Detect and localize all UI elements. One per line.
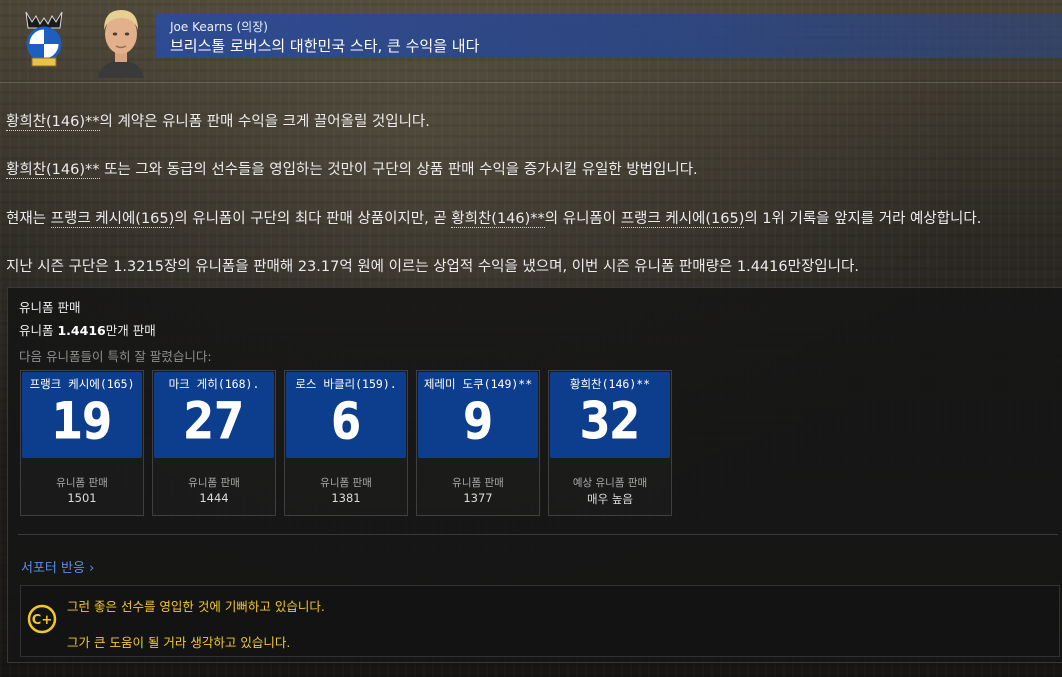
paragraph-text: 현재는 [6, 211, 51, 227]
paragraph-text: 또는 그와 동급의 선수들을 영입하는 것만이 구단의 상품 판매 수익을 증가… [99, 162, 698, 178]
shirt-card[interactable]: 로스 바클리(159). 6 유니폼 판매 1381 [284, 370, 408, 516]
shirt-number: 9 [462, 392, 494, 451]
card-label: 유니폼 판매 [452, 477, 504, 489]
supporter-reaction-box: C+ 그런 좋은 선수를 영입한 것에 기뻐하고 있습니다. 그가 큰 도움이 … [20, 585, 1060, 657]
headline-bar: Joe Kearns (의장) 브리스톨 로버스의 대한민국 스타, 큰 수익을… [156, 14, 1062, 58]
card-value: 1377 [463, 491, 493, 505]
sales-prefix: 유니폼 [19, 323, 58, 338]
article-paragraph-2: 황희찬(146)** 또는 그와 동급의 선수들을 영입하는 것만이 구단의 상… [6, 158, 698, 179]
card-label: 유니폼 판매 [56, 477, 108, 489]
player-link-hwang[interactable]: 황희찬(146)** [451, 211, 545, 228]
card-value: 1381 [331, 491, 361, 505]
shirt-card[interactable]: 마크 게히(168). 27 유니폼 판매 1444 [152, 370, 276, 516]
news-header: Joe Kearns (의장) 브리스톨 로버스의 대한민국 스타, 큰 수익을… [0, 0, 1062, 83]
shirt-card[interactable]: 제레미 도쿠(149)** 9 유니폼 판매 1377 [416, 370, 540, 516]
reaction-line: 그가 큰 도움이 될 거라 생각하고 있습니다. [67, 635, 291, 650]
player-link-hwang[interactable]: 황희찬(146)** [6, 162, 100, 179]
shirt-player-name: 황희찬(146)** [569, 377, 651, 391]
paragraph-text: 의 유니폼이 [544, 211, 621, 227]
article-paragraph-4: 지난 시즌 구단은 1.3215장의 유니폼을 판매해 23.17억 원에 이르… [6, 259, 859, 275]
shirt-player-name: 제레미 도쿠(149)** [423, 377, 533, 391]
shirt-player-name: 마크 게히(168). [168, 377, 260, 391]
shirt-card[interactable]: 프랭크 케시에(165) 19 유니폼 판매 1501 [20, 370, 144, 516]
shirt-card[interactable]: 황희찬(146)** 32 예상 유니폼 판매 매우 높음 [548, 370, 672, 516]
card-label: 예상 유니폼 판매 [572, 477, 648, 489]
bristol-rovers-crest-icon[interactable] [20, 8, 68, 70]
c-plus-rating-icon: C+ [27, 604, 57, 634]
shirt-number: 19 [51, 392, 113, 451]
shirt-number: 27 [183, 392, 245, 451]
shirt-icon: 황희찬(146)** 32 [550, 372, 670, 458]
paragraph-text: 의 계약은 유니폼 판매 수익을 크게 끌어올릴 것입니다. [99, 114, 430, 130]
card-value: 1501 [67, 491, 97, 505]
player-link-kessie[interactable]: 프랭크 케시에(165) [620, 211, 745, 228]
card-label: 유니폼 판매 [320, 477, 372, 489]
article-paragraph-1: 황희찬(146)**의 계약은 유니폼 판매 수익을 크게 끌어올릴 것입니다. [6, 110, 430, 131]
shirt-sales-panel: 유니폼 판매 유니폼 1.4416만개 판매 다음 유니폼들이 특히 잘 팔렸습… [7, 287, 1062, 663]
player-link-hwang[interactable]: 황희찬(146)** [6, 114, 100, 131]
card-label: 유니폼 판매 [188, 477, 240, 489]
shirt-number: 6 [330, 392, 362, 451]
author-name[interactable]: Joe Kearns (의장) [170, 18, 268, 35]
shirt-icon: 로스 바클리(159). 6 [286, 372, 406, 458]
reaction-line: 그런 좋은 선수를 영입한 것에 기뻐하고 있습니다. [67, 599, 325, 614]
svg-text:C+: C+ [32, 613, 52, 628]
shirt-player-name: 로스 바클리(159). [295, 377, 397, 391]
person-portrait-icon[interactable] [90, 4, 152, 78]
paragraph-text: 의 1위 기록을 앞지를 거라 예상합니다. [744, 211, 982, 227]
supporter-reaction-link[interactable]: 서포터 반응 › [21, 557, 94, 576]
shirt-icon: 제레미 도쿠(149)** 9 [418, 372, 538, 458]
paragraph-text: 의 유니폼이 구단의 최다 판매 상품이지만, 곧 [174, 211, 452, 227]
panel-subtitle: 다음 유니폼들이 특히 잘 팔렸습니다: [19, 349, 212, 364]
card-value: 1444 [199, 491, 229, 505]
article-paragraph-3: 현재는 프랭크 케시에(165)의 유니폼이 구단의 최다 판매 상품이지만, … [6, 207, 981, 228]
panel-title: 유니폼 판매 [19, 300, 81, 315]
shirt-icon: 프랭크 케시에(165) 19 [22, 372, 142, 458]
divider [18, 534, 1058, 535]
card-value: 매우 높음 [587, 492, 633, 506]
shirt-number: 32 [579, 392, 641, 451]
sales-suffix: 만개 판매 [105, 323, 156, 338]
shirt-player-name: 프랭크 케시에(165) [29, 377, 135, 391]
headline-title: 브리스톨 로버스의 대한민국 스타, 큰 수익을 내다 [170, 37, 480, 55]
sales-value: 1.4416 [57, 323, 106, 338]
player-link-kessie[interactable]: 프랭크 케시에(165) [50, 211, 175, 228]
total-sales: 유니폼 1.4416만개 판매 [19, 320, 156, 339]
shirt-icon: 마크 게히(168). 27 [154, 372, 274, 458]
